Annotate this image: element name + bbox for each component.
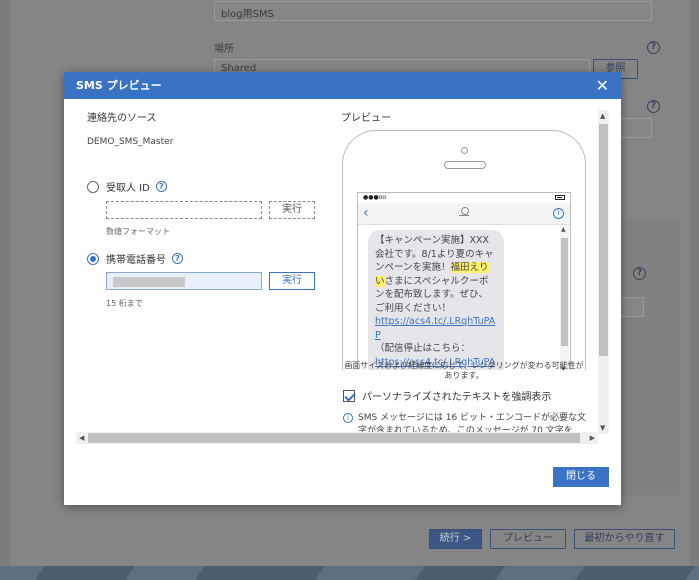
personalize-highlight-option[interactable]: パーソナライズされたテキストを強調表示 <box>343 388 551 403</box>
message-area: 【キャンペーン実施】XXX会社です。8/1より夏のキャンペーンを実施！福田えりい… <box>358 226 570 370</box>
encoding-info-text: SMS メッセージには 16 ビット・エンコードが必要な文字が含まれているため、… <box>358 413 587 434</box>
scroll-right-icon[interactable]: ▶ <box>590 432 595 444</box>
info-icon[interactable]: i <box>553 208 564 219</box>
recipient-id-label: 受取人 ID <box>106 183 150 194</box>
horizontal-scrollbar[interactable]: ◀ ▶ <box>76 432 598 444</box>
help-icon[interactable]: ? <box>647 100 660 113</box>
status-bar: ●●●oo <box>358 193 570 203</box>
close-icon[interactable]: ✕ <box>596 72 609 99</box>
sms-preview-dialog: SMS プレビュー ✕ 連絡先のソース DEMO_SMS_Master 受取人 … <box>64 72 621 505</box>
optout-text: （配信停止はこちら： <box>375 343 471 354</box>
signal-indicator: ●●●oo <box>363 194 387 201</box>
bg-side-box <box>620 220 680 495</box>
dialog-body: 連絡先のソース DEMO_SMS_Master 受取人 ID ? 実行 数値フォ… <box>64 99 621 505</box>
scroll-down-icon[interactable]: ▼ <box>600 424 605 432</box>
contact-source-value: DEMO_SMS_Master <box>87 137 174 147</box>
next-button[interactable]: 続行 > <box>429 529 482 549</box>
info-icon: i <box>343 413 353 423</box>
masked-phone-number <box>113 277 185 287</box>
back-chevron-icon[interactable]: ‹ <box>363 205 369 221</box>
help-icon[interactable]: ? <box>647 41 660 54</box>
close-button[interactable]: 閉じる <box>553 467 609 487</box>
mobile-hint: 15 桁まで <box>106 299 143 308</box>
preview-vertical-scrollbar[interactable]: ▲ ▼ <box>598 110 609 434</box>
scroll-thumb[interactable] <box>561 238 568 346</box>
help-icon[interactable]: ? <box>633 267 646 280</box>
message-scrollbar[interactable]: ▲ ▼ <box>560 226 569 370</box>
scroll-thumb[interactable] <box>599 124 608 356</box>
help-icon[interactable]: ? <box>155 181 167 192</box>
radio-recipient-id[interactable]: 受取人 ID ? <box>87 179 167 194</box>
radio-button-selected[interactable] <box>87 252 99 265</box>
dialog-header: SMS プレビュー ✕ <box>64 72 621 99</box>
bottom-decoration <box>0 566 699 580</box>
encoding-info: i SMS メッセージには 16 ビット・エンコードが必要な文字が含まれているた… <box>343 412 593 434</box>
personalize-checkbox-label: パーソナライズされたテキストを強調表示 <box>362 392 552 403</box>
camera-icon <box>461 147 468 154</box>
recipient-id-input[interactable] <box>106 201 262 219</box>
phone-screen: ●●●oo ‹ i 【キャンペーン実施】XXX会社です。8/1より夏のキャンペー… <box>357 192 571 370</box>
recipient-id-exec-button[interactable]: 実行 <box>269 201 315 219</box>
mobile-label: 携帯電話番号 <box>106 255 166 266</box>
message-text: さまにスペシャルクーポンを配布致します。ぜひ、ご利用ください！ <box>375 275 489 314</box>
radio-mobile-number[interactable]: 携帯電話番号 ? <box>87 251 183 266</box>
preview-label: プレビュー <box>341 113 391 124</box>
bg-name-field[interactable]: blog用SMS <box>214 1 652 21</box>
contact-source-label: 連絡先のソース <box>87 113 157 124</box>
message-nav-bar: ‹ i <box>358 203 570 225</box>
scroll-up-icon[interactable]: ▲ <box>561 226 566 233</box>
device-note: 画面サイズおよび経線度に応じて、レンダリングが変わる可能性があります。 <box>344 361 584 380</box>
sms-message-bubble: 【キャンペーン実施】XXX会社です。8/1より夏のキャンペーンを実施！福田えりい… <box>368 230 504 370</box>
mobile-number-input[interactable] <box>106 272 262 290</box>
battery-icon <box>555 195 565 200</box>
scroll-thumb[interactable] <box>88 433 580 443</box>
preview-button[interactable]: プレビュー <box>490 529 566 549</box>
radio-button[interactable] <box>87 180 99 193</box>
message-link[interactable]: https://acs4.tc/.LRqhTuPAP <box>375 316 495 341</box>
phone-mockup: ●●●oo ‹ i 【キャンペーン実施】XXX会社です。8/1より夏のキャンペー… <box>342 130 586 370</box>
scroll-left-icon[interactable]: ◀ <box>79 432 84 444</box>
contact-avatar-icon <box>459 207 469 219</box>
help-icon[interactable]: ? <box>172 253 183 264</box>
recipient-panel: 連絡先のソース DEMO_SMS_Master 受取人 ID ? 実行 数値フォ… <box>87 109 327 308</box>
speaker-icon <box>444 161 486 169</box>
mobile-exec-button[interactable]: 実行 <box>269 272 315 290</box>
dialog-title: SMS プレビュー <box>76 79 162 92</box>
recipient-id-hint: 数値フォーマット <box>106 227 170 236</box>
bg-location-label: 場所 <box>214 44 234 55</box>
restart-button[interactable]: 最初からやり直す <box>574 529 675 549</box>
checkbox[interactable] <box>343 389 355 402</box>
scroll-up-icon[interactable]: ▲ <box>600 112 605 120</box>
